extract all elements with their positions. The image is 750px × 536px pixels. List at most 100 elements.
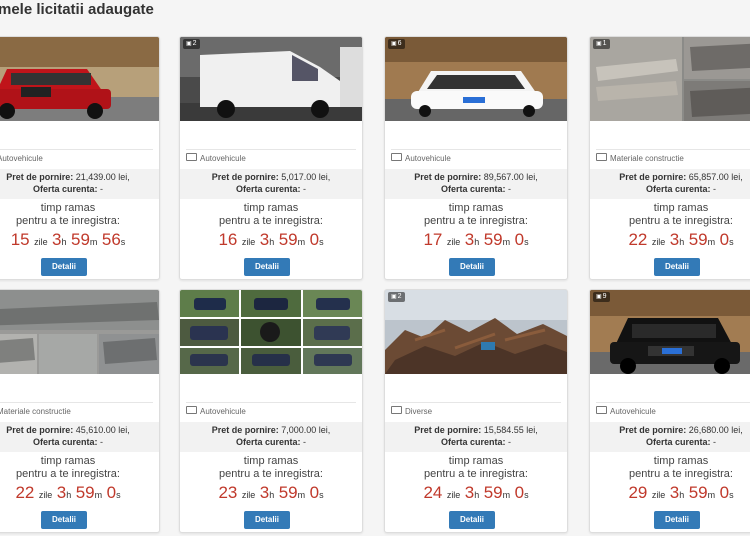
divider	[391, 149, 561, 150]
folder-icon	[186, 153, 197, 161]
auction-card[interactable]: ▣2 Autovehicule Pret de pornire: 5,017.0…	[179, 36, 363, 280]
current-offer-value: -	[100, 184, 104, 194]
auction-image[interactable]: ▣	[180, 290, 362, 374]
countdown-days: 17	[423, 230, 443, 249]
hours-unit: h	[679, 237, 685, 247]
auction-image[interactable]: ▣1	[590, 37, 750, 121]
divider	[0, 402, 153, 403]
photo-count-badge: ▣2	[388, 292, 405, 302]
category: Autovehicule	[596, 406, 656, 416]
price-info: Pret de pornire: 26,680.00 lei, Oferta c…	[590, 422, 750, 452]
divider	[596, 402, 750, 403]
seconds-unit: s	[319, 237, 324, 247]
time-left-line1: timp ramas	[653, 455, 709, 467]
auction-card[interactable]: ▣6 Autovehicule Pret de pornire: 89,567.…	[384, 36, 568, 280]
auction-image[interactable]: ▣	[0, 37, 159, 121]
time-left-line1: timp ramas	[40, 202, 96, 214]
divider	[596, 149, 750, 150]
details-button[interactable]: Detalii	[41, 258, 87, 276]
details-button[interactable]: Detalii	[41, 511, 87, 529]
countdown-days: 23	[218, 483, 238, 502]
photo-count-badge: ▣9	[593, 292, 610, 302]
auction-image[interactable]: ▣2	[385, 290, 567, 374]
current-offer-label: Oferta curenta:	[32, 184, 98, 194]
countdown-days: 15	[10, 230, 30, 249]
days-unit: zile	[34, 237, 48, 247]
start-price-value: 21,439.00 lei,	[75, 172, 130, 182]
days-unit: zile	[446, 237, 461, 247]
minutes-unit: m	[502, 490, 511, 500]
folder-icon	[391, 406, 402, 414]
auction-card[interactable]: ▣ Materiale constructie Pret de pornire:…	[0, 289, 160, 533]
countdown-seconds: 0	[106, 483, 117, 502]
start-price-label: Pret de pornire:	[6, 172, 74, 182]
photo-count: 2	[397, 293, 402, 300]
price-info: Pret de pornire: 65,857.00 lei, Oferta c…	[590, 169, 750, 199]
start-price-label: Pret de pornire:	[414, 172, 482, 182]
countdown-seconds: 0	[309, 230, 320, 249]
countdown-hours: 3	[464, 483, 475, 502]
price-info: Pret de pornire: 45,610.00 lei, Oferta c…	[0, 422, 159, 452]
days-unit: zile	[241, 237, 256, 247]
minutes-unit: m	[297, 237, 306, 247]
category: Autovehicule	[0, 153, 43, 163]
countdown-hours: 3	[669, 230, 680, 249]
current-offer-label: Oferta curenta:	[235, 437, 301, 447]
category: Autovehicule	[186, 406, 246, 416]
details-button[interactable]: Detalii	[654, 511, 700, 529]
category-label: Materiale constructie	[0, 407, 71, 416]
details-button[interactable]: Detalii	[244, 511, 290, 529]
auction-card[interactable]: ▣ Autovehicule Pret de pornire: 7,000.00…	[179, 289, 363, 533]
countdown: 29 zile 3h 59m 0s	[590, 483, 750, 503]
countdown: 16 zile 3h 59m 0s	[180, 230, 362, 250]
auction-card[interactable]: ▣1 Materiale constructie Pret de pornire…	[589, 36, 750, 280]
countdown-hours: 3	[52, 230, 62, 249]
auction-image[interactable]: ▣2	[180, 37, 362, 121]
photo-count: 1	[602, 40, 607, 47]
auction-image[interactable]: ▣	[0, 290, 159, 374]
price-info: Pret de pornire: 15,584.55 lei, Oferta c…	[385, 422, 567, 452]
details-button[interactable]: Detalii	[654, 258, 700, 276]
time-left-line2: pentru a te inregistra:	[629, 468, 733, 480]
countdown: 24 zile 3h 59m 0s	[385, 483, 567, 503]
hours-unit: h	[679, 490, 685, 500]
auction-image[interactable]: ▣6	[385, 37, 567, 121]
folder-icon	[186, 406, 197, 414]
seconds-unit: s	[729, 490, 734, 500]
current-offer-label: Oferta curenta:	[32, 437, 98, 447]
category: Diverse	[391, 406, 432, 416]
details-button[interactable]: Detalii	[449, 511, 495, 529]
auction-card[interactable]: ▣9 Autovehicule Pret de pornire: 26,680.…	[589, 289, 750, 533]
category-label: Materiale constructie	[610, 154, 684, 163]
camera-icon: ▣	[391, 294, 397, 300]
days-unit: zile	[651, 490, 666, 500]
details-button[interactable]: Detalii	[449, 258, 495, 276]
start-price-value: 65,857.00 lei,	[688, 172, 743, 182]
hours-unit: h	[66, 490, 72, 500]
countdown-minutes: 59	[688, 483, 708, 502]
category-label: Autovehicule	[405, 154, 451, 163]
photo-count-badge: ▣6	[388, 39, 405, 49]
divider	[0, 149, 153, 150]
details-button[interactable]: Detalii	[244, 258, 290, 276]
countdown-minutes: 59	[70, 230, 90, 249]
countdown-hours: 3	[259, 230, 270, 249]
days-unit: zile	[446, 490, 461, 500]
auction-card[interactable]: ▣ Autovehicule Pret de pornire: 21,439.0…	[0, 36, 160, 280]
folder-icon	[596, 153, 607, 161]
camera-icon: ▣	[596, 294, 602, 300]
folder-icon	[596, 406, 607, 414]
time-left-line2: pentru a te inregistra:	[219, 215, 323, 227]
time-left-label: timp ramas pentru a te inregistra:	[385, 455, 567, 481]
countdown-hours: 3	[669, 483, 680, 502]
start-price-label: Pret de pornire:	[211, 172, 279, 182]
auction-image[interactable]: ▣9	[590, 290, 750, 374]
countdown-hours: 3	[464, 230, 475, 249]
minutes-unit: m	[707, 490, 716, 500]
start-price-label: Pret de pornire:	[6, 425, 74, 435]
auction-card[interactable]: ▣2 Diverse Pret de pornire: 15,584.55 le…	[384, 289, 568, 533]
time-left-label: timp ramas pentru a te inregistra:	[0, 455, 159, 481]
hours-unit: h	[269, 237, 275, 247]
time-left-label: timp ramas pentru a te inregistra:	[0, 202, 159, 228]
countdown: 22 zile 3h 59m 0s	[590, 230, 750, 250]
